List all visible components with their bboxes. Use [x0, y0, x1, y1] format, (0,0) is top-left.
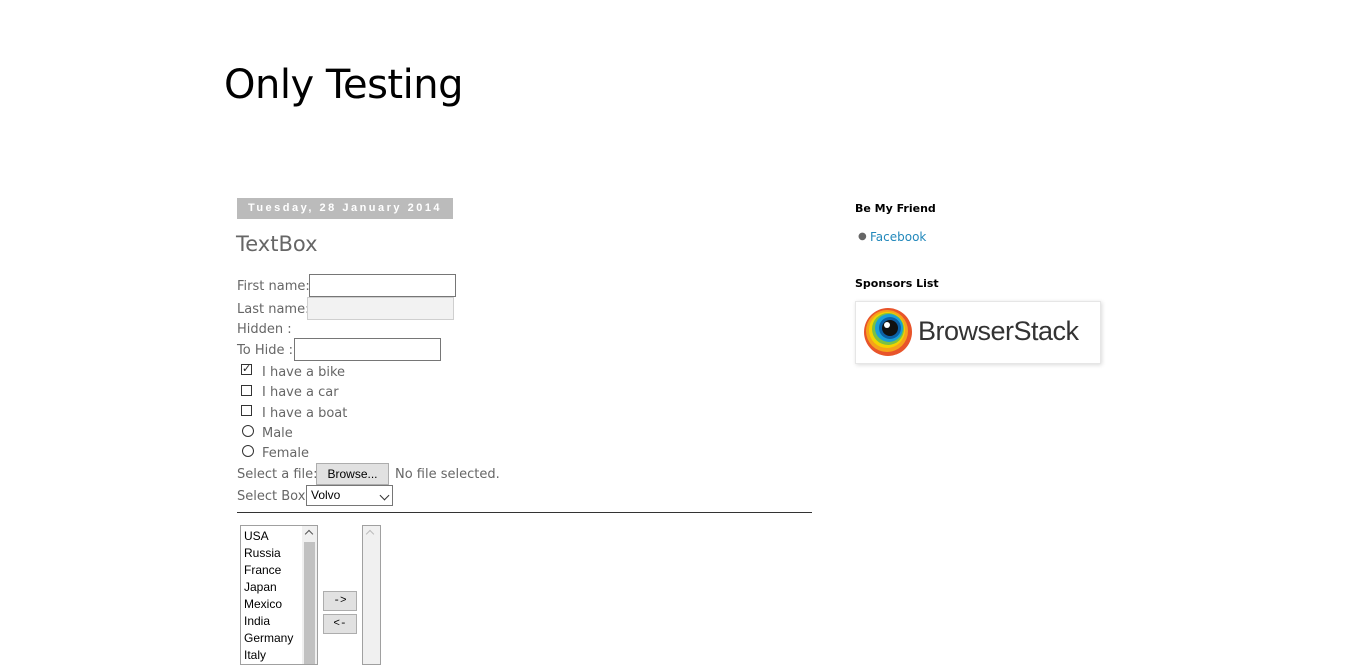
browserstack-banner[interactable]: BrowserStack — [855, 301, 1101, 364]
divider — [237, 512, 812, 513]
facebook-link[interactable]: Facebook — [870, 230, 926, 244]
boat-checkbox[interactable] — [241, 405, 252, 416]
to-hide-label: To Hide : — [237, 343, 293, 358]
chevron-down-icon — [379, 490, 390, 501]
sponsors-list-heading: Sponsors List — [855, 277, 939, 290]
country-listbox[interactable]: USA Russia France Japan Mexico India Ger… — [240, 525, 318, 665]
car-checkbox[interactable] — [241, 385, 252, 396]
select-box-label: Select Box: — [237, 489, 310, 504]
sponsor-name: BrowserStack — [918, 316, 1079, 346]
female-radio-label: Female — [262, 446, 310, 461]
hidden-label: Hidden : — [237, 322, 292, 337]
to-hide-input[interactable] — [294, 338, 441, 361]
checkmark-icon: ✓ — [242, 362, 252, 375]
selected-listbox-scrollbar[interactable] — [363, 526, 380, 664]
last-name-input[interactable] — [307, 297, 454, 320]
first-name-label: First name: — [237, 279, 310, 294]
first-name-input[interactable] — [309, 274, 456, 297]
site-title[interactable]: Only Testing — [224, 62, 463, 108]
be-my-friend-heading: Be My Friend — [855, 202, 936, 215]
move-left-button[interactable]: <- — [323, 614, 357, 634]
male-radio-label: Male — [262, 426, 293, 441]
post-date-header: Tuesday, 28 January 2014 — [237, 198, 453, 219]
car-checkbox-label: I have a car — [262, 385, 339, 400]
boat-checkbox-label: I have a boat — [262, 406, 348, 421]
scroll-up-icon[interactable] — [365, 529, 375, 539]
move-right-button[interactable]: -> — [323, 591, 357, 611]
car-select-value: Volvo — [311, 488, 341, 502]
browse-button[interactable]: Browse... — [316, 463, 389, 485]
scrollbar-thumb[interactable] — [304, 542, 315, 664]
bike-checkbox[interactable]: ✓ — [241, 362, 252, 375]
last-name-label: Last name: — [237, 302, 310, 317]
selected-listbox[interactable] — [362, 525, 381, 665]
male-radio[interactable] — [242, 425, 254, 437]
file-label: Select a file: — [237, 467, 318, 482]
file-status: No file selected. — [395, 467, 500, 482]
bike-checkbox-label: I have a bike — [262, 365, 346, 380]
browserstack-logo-icon — [864, 308, 912, 356]
female-radio[interactable] — [242, 445, 254, 457]
listbox-scrollbar[interactable] — [302, 526, 317, 664]
bullet-icon: ● — [858, 231, 867, 242]
scroll-up-icon[interactable] — [304, 529, 314, 539]
car-select[interactable]: Volvo — [306, 485, 393, 506]
post-title[interactable]: TextBox — [236, 232, 318, 256]
